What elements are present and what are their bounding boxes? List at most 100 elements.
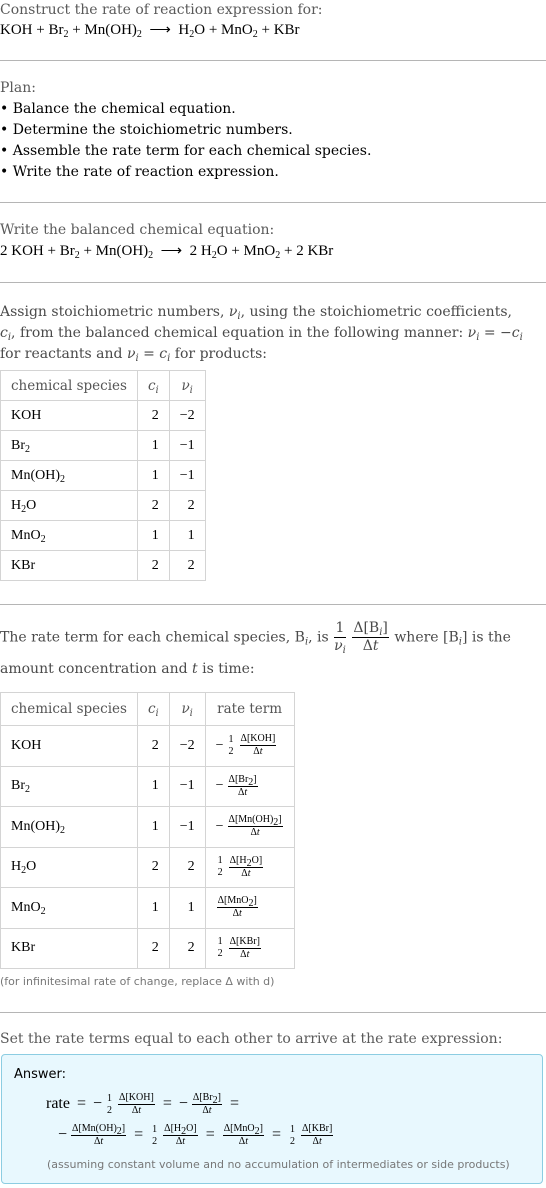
c-i-symbol: ci	[0, 325, 12, 343]
plan-step: • Assemble the rate term for each chemic…	[0, 143, 372, 159]
rate-expression-line-2: − Δ[Mn(OH)2] Δt = 1 2 Δ[H2O] Δt = Δ[MnO2] Δt =…	[58, 1123, 334, 1147]
c-cell: 2	[136, 927, 170, 969]
rate-term-table: chemical species ci νi rate term KOH 2 −2−1 2 Δ[…	[0, 692, 295, 969]
text: , using the stoichiometric coefficients,	[240, 304, 512, 320]
rate-term-cell: 1 2 Δ[KBr] Δt	[204, 927, 295, 969]
c-cell: 2	[136, 846, 170, 888]
plan-header: Plan:	[0, 80, 36, 96]
table-row: Br2 1 −1	[0, 430, 206, 461]
divider	[0, 604, 546, 605]
nu-cell: 1	[168, 520, 206, 551]
nu-cell: −1	[168, 430, 206, 461]
species-cell: Br2	[0, 430, 138, 461]
c-cell: 2	[136, 725, 170, 767]
infinitesimal-note: (for infinitesimal rate of change, repla…	[0, 975, 275, 988]
col-nu: νi	[168, 370, 206, 401]
text: , from the balanced chemical equation in…	[11, 325, 468, 341]
species-cell: KBr	[0, 927, 138, 969]
species-cell: H2O	[0, 846, 138, 888]
rate-term-cell: 1 2 Δ[H2O] Δt	[204, 846, 295, 888]
c-cell: 1	[136, 806, 170, 848]
one-over-nu: 1 νi	[334, 620, 346, 656]
nu-cell: −1	[168, 806, 206, 848]
text: is time:	[197, 661, 255, 677]
text: The rate term for each chemical species,…	[0, 629, 305, 646]
balanced-header: Write the balanced chemical equation:	[0, 222, 275, 238]
c-cell: 1	[136, 765, 170, 807]
table-row: KBr 2 2	[0, 550, 206, 581]
c-cell: 2	[136, 550, 170, 581]
col-c: ci	[136, 370, 170, 401]
plan-step: • Write the rate of reaction expression.	[0, 164, 279, 180]
table-row: Mn(OH)2 1 −1	[0, 460, 206, 491]
c-cell: 2	[136, 490, 170, 521]
final-header: Set the rate terms equal to each other t…	[0, 1031, 503, 1047]
c-cell: 1	[136, 460, 170, 491]
nu-cell: −1	[168, 765, 206, 807]
rate-term-description: The rate term for each chemical species,…	[0, 620, 511, 677]
delta-b-over-delta-t: Δ[Bi] Δt	[352, 620, 389, 654]
col-nu: νi	[168, 692, 206, 726]
rate-term-cell: − Δ[Br2] Δt	[204, 765, 295, 807]
plan-step: • Determine the stoichiometric numbers.	[0, 122, 293, 138]
intro-header: Construct the rate of reaction expressio…	[0, 2, 323, 18]
table-header-row: chemical species ci νi	[0, 370, 206, 401]
species-cell: H2O	[0, 490, 138, 521]
text: , is	[308, 629, 334, 646]
nu-i-symbol: νi	[228, 304, 241, 322]
answer-box: Answer: rate = −1 2 Δ[KOH] Δt = − Δ[Br2] Δt =…	[1, 1054, 543, 1184]
nu-cell: 2	[168, 490, 206, 521]
answer-label: Answer:	[14, 1067, 67, 1082]
species-cell: Br2	[0, 765, 138, 807]
table-row: H2O 2 2	[0, 490, 206, 521]
table-row: KBr 2 2 1 2 Δ[KBr] Δt	[0, 927, 295, 969]
product-rule: νi = ci	[126, 346, 171, 364]
table-row: Br2 1 −1− Δ[Br2] Δt	[0, 765, 295, 807]
text: Assign stoichiometric numbers,	[0, 304, 229, 320]
stoich-table: chemical species ci νi KOH 2 −2 Br2 1 −1 Mn(OH)2 1…	[0, 370, 206, 581]
nu-cell: −2	[168, 725, 206, 767]
text: for reactants and	[0, 346, 127, 362]
c-cell: 2	[136, 400, 170, 431]
table-row: MnO2 1 1 Δ[MnO2] Δt	[0, 887, 295, 929]
table-row: MnO2 1 1	[0, 520, 206, 551]
species-cell: MnO2	[0, 520, 138, 551]
divider	[0, 282, 546, 283]
table-row: Mn(OH)2 1 −1− Δ[Mn(OH)2] Δt	[0, 806, 295, 848]
unbalanced-equation: KOH + Br2 + Mn(OH)2 ⟶ H2O + MnO2 + KBr	[0, 22, 300, 40]
assumption-note: (assuming constant volume and no accumul…	[47, 1158, 510, 1171]
nu-cell: −2	[168, 400, 206, 431]
species-cell: MnO2	[0, 887, 138, 929]
nu-cell: 2	[168, 846, 206, 888]
balanced-equation: 2 KOH + Br2 + Mn(OH)2 ⟶ 2 H2O + MnO2 + 2…	[0, 243, 334, 261]
c-cell: 1	[136, 430, 170, 461]
divider	[0, 202, 546, 203]
species-cell: KOH	[0, 725, 138, 767]
col-species: chemical species	[0, 692, 138, 726]
rate-term-cell: −1 2 Δ[KOH] Δt	[204, 725, 295, 767]
rate-term-cell: Δ[MnO2] Δt	[204, 887, 295, 929]
c-cell: 1	[136, 520, 170, 551]
col-c: ci	[136, 692, 170, 726]
divider	[0, 1012, 546, 1013]
nu-cell: 2	[168, 550, 206, 581]
species-cell: KBr	[0, 550, 138, 581]
divider	[0, 60, 546, 61]
table-row: KOH 2 −2−1 2 Δ[KOH] Δt	[0, 725, 295, 767]
rate-term-cell: − Δ[Mn(OH)2] Δt	[204, 806, 295, 848]
reactant-rule: νi = −ci	[467, 325, 523, 343]
text: where [B	[394, 629, 459, 646]
species-cell: KOH	[0, 400, 138, 431]
c-cell: 1	[136, 887, 170, 929]
nu-cell: 1	[168, 887, 206, 929]
nu-cell: −1	[168, 460, 206, 491]
col-species: chemical species	[0, 370, 138, 401]
plan-step: • Balance the chemical equation.	[0, 101, 236, 117]
stoich-description: Assign stoichiometric numbers, νi, using…	[0, 302, 530, 365]
col-rate-term: rate term	[204, 692, 295, 726]
table-header-row: chemical species ci νi rate term	[0, 692, 295, 726]
species-cell: Mn(OH)2	[0, 806, 138, 848]
text: for products:	[170, 346, 267, 362]
nu-cell: 2	[168, 927, 206, 969]
table-row: KOH 2 −2	[0, 400, 206, 431]
